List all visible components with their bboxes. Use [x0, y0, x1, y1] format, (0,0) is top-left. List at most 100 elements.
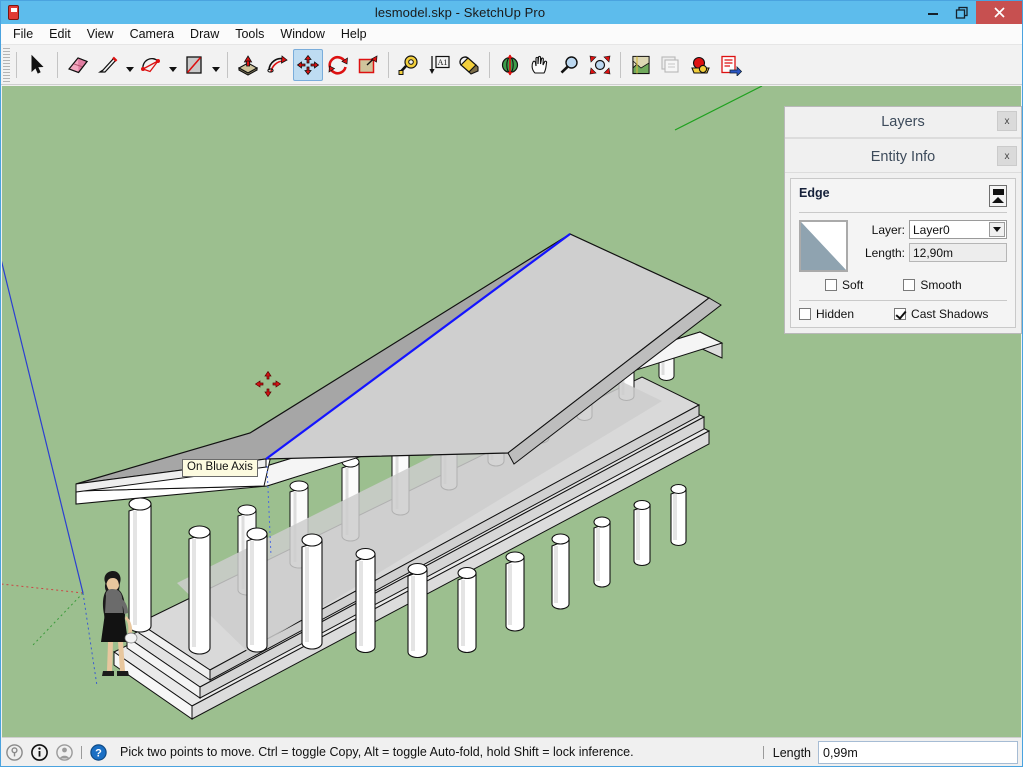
arc-tool[interactable]	[136, 49, 166, 81]
shadows-tool[interactable]	[686, 49, 716, 81]
arc-tool-dropdown[interactable]	[166, 49, 179, 81]
layer-field-label: Layer:	[871, 222, 905, 237]
column	[633, 499, 651, 567]
layers-panel-header[interactable]: Layers x	[785, 107, 1021, 138]
soft-checkbox[interactable]	[825, 279, 837, 291]
layer-field-row: Layer: Layer0	[857, 220, 1007, 239]
layers-panel-close-icon[interactable]: x	[997, 111, 1017, 131]
toolbar-separator	[16, 51, 17, 78]
menu-edit[interactable]: Edit	[41, 25, 79, 44]
chevron-down-icon[interactable]	[989, 222, 1005, 237]
hidden-label: Hidden	[816, 307, 855, 321]
length-field-row: Length: 12,90m	[857, 243, 1007, 262]
pushpull-tool[interactable]	[233, 49, 263, 81]
smooth-checkbox-row[interactable]: Smooth	[903, 278, 962, 292]
cast-shadows-checkbox-row[interactable]: Cast Shadows	[894, 307, 988, 321]
zoom-tool[interactable]	[555, 49, 585, 81]
close-button[interactable]	[976, 1, 1022, 24]
entity-info-panel-header[interactable]: Entity Info x	[785, 142, 1021, 173]
blue-axis	[2, 260, 84, 594]
title-bar: lesmodel.skp - SketchUp Pro	[1, 1, 1022, 24]
eraser-tool[interactable]	[63, 49, 93, 81]
column	[355, 547, 376, 654]
line-tool-dropdown[interactable]	[123, 49, 136, 81]
toolbar-separator	[227, 51, 228, 78]
sketchup-window: lesmodel.skp - SketchUp Pro File Edit Vi…	[0, 0, 1023, 767]
hidden-checkbox[interactable]	[799, 308, 811, 320]
menu-file[interactable]: File	[5, 25, 41, 44]
window-title: lesmodel.skp - SketchUp Pro	[374, 5, 546, 20]
zoom-extents-tool[interactable]	[585, 49, 615, 81]
person-icon[interactable]	[52, 738, 77, 767]
help-icon[interactable]: ?	[86, 738, 111, 767]
restore-button[interactable]	[947, 1, 976, 24]
layer-combobox[interactable]: Layer0	[909, 220, 1007, 239]
sketchup-icon	[4, 2, 26, 24]
entity-field-group: Layer: Layer0 Length: 12,90m	[857, 220, 1007, 272]
rotate-tool[interactable]	[323, 49, 353, 81]
entity-info-body: Edge Layer: Layer0 Length: 12,90m Soft S…	[790, 178, 1016, 328]
main-toolbar: A1	[1, 45, 1022, 85]
position-camera-tool[interactable]	[626, 49, 656, 81]
edge-preview-thumbnail	[799, 220, 848, 272]
menu-view[interactable]: View	[79, 25, 122, 44]
toolbar-separator	[620, 51, 621, 78]
svg-text:A1: A1	[438, 58, 448, 67]
status-message: Pick two points to move. Ctrl = toggle C…	[120, 745, 634, 759]
column	[505, 551, 525, 632]
hidden-checkbox-row[interactable]: Hidden	[799, 307, 854, 321]
minimize-button[interactable]	[918, 1, 947, 24]
move-tool[interactable]	[293, 48, 323, 81]
info-icon[interactable]	[27, 738, 52, 767]
docked-panel-stack: Layers x Entity Info x Edge Layer: Layer…	[784, 106, 1022, 334]
menu-camera[interactable]: Camera	[122, 25, 182, 44]
orbit-tool[interactable]	[495, 49, 525, 81]
soft-checkbox-row[interactable]: Soft	[825, 278, 863, 292]
smooth-checkbox[interactable]	[903, 279, 916, 291]
axes-dotted	[2, 583, 98, 687]
column	[188, 525, 211, 655]
column	[593, 516, 611, 588]
menu-draw[interactable]: Draw	[182, 25, 227, 44]
toolbar-separator	[489, 51, 490, 78]
entity-divider-2	[799, 300, 1007, 301]
column	[301, 533, 323, 650]
inference-tooltip: On Blue Axis	[182, 459, 258, 477]
menu-help[interactable]: Help	[333, 25, 375, 44]
entity-divider	[799, 212, 1007, 213]
tape-measure-tool[interactable]	[394, 49, 424, 81]
status-divider	[81, 745, 82, 759]
vcb-divider	[762, 746, 764, 759]
rectangle-tool-dropdown[interactable]	[209, 49, 222, 81]
menu-window[interactable]: Window	[272, 25, 332, 44]
export-tool[interactable]	[716, 49, 746, 81]
entity-type-label: Edge	[799, 186, 830, 200]
column	[457, 566, 477, 654]
menu-tools[interactable]: Tools	[227, 25, 272, 44]
paint-bucket-tool[interactable]	[454, 49, 484, 81]
cast-shadows-checkbox[interactable]	[894, 308, 907, 320]
toolbar-separator	[57, 51, 58, 78]
soft-label: Soft	[842, 278, 864, 292]
measurement-input[interactable]: 0,99m	[818, 741, 1018, 764]
pan-tool[interactable]	[525, 49, 555, 81]
length-value-field[interactable]: 12,90m	[909, 243, 1007, 262]
entity-info-panel-close-icon[interactable]: x	[997, 146, 1017, 166]
measurement-toolbar: Length 0,99m	[762, 738, 1021, 767]
select-tool[interactable]	[22, 49, 52, 81]
bulb-icon[interactable]	[2, 738, 27, 767]
previous-scene-tool[interactable]	[656, 49, 686, 81]
toolbar-grip[interactable]	[3, 47, 10, 82]
scale-tool[interactable]	[353, 49, 383, 81]
measurement-label: Length	[772, 745, 811, 760]
followme-tool[interactable]	[263, 49, 293, 81]
length-field-label: Length:	[864, 245, 905, 260]
rectangle-tool[interactable]	[179, 49, 209, 81]
menu-bar: File Edit View Camera Draw Tools Window …	[1, 24, 1022, 45]
panel-collapse-toggle-button[interactable]	[989, 185, 1007, 207]
layer-combobox-value: Layer0	[913, 222, 950, 237]
line-tool[interactable]	[93, 49, 123, 81]
smooth-label: Smooth	[920, 278, 962, 292]
dimension-tool[interactable]: A1	[424, 49, 454, 81]
status-bar: ? Pick two points to move. Ctrl = toggle…	[2, 737, 1021, 766]
